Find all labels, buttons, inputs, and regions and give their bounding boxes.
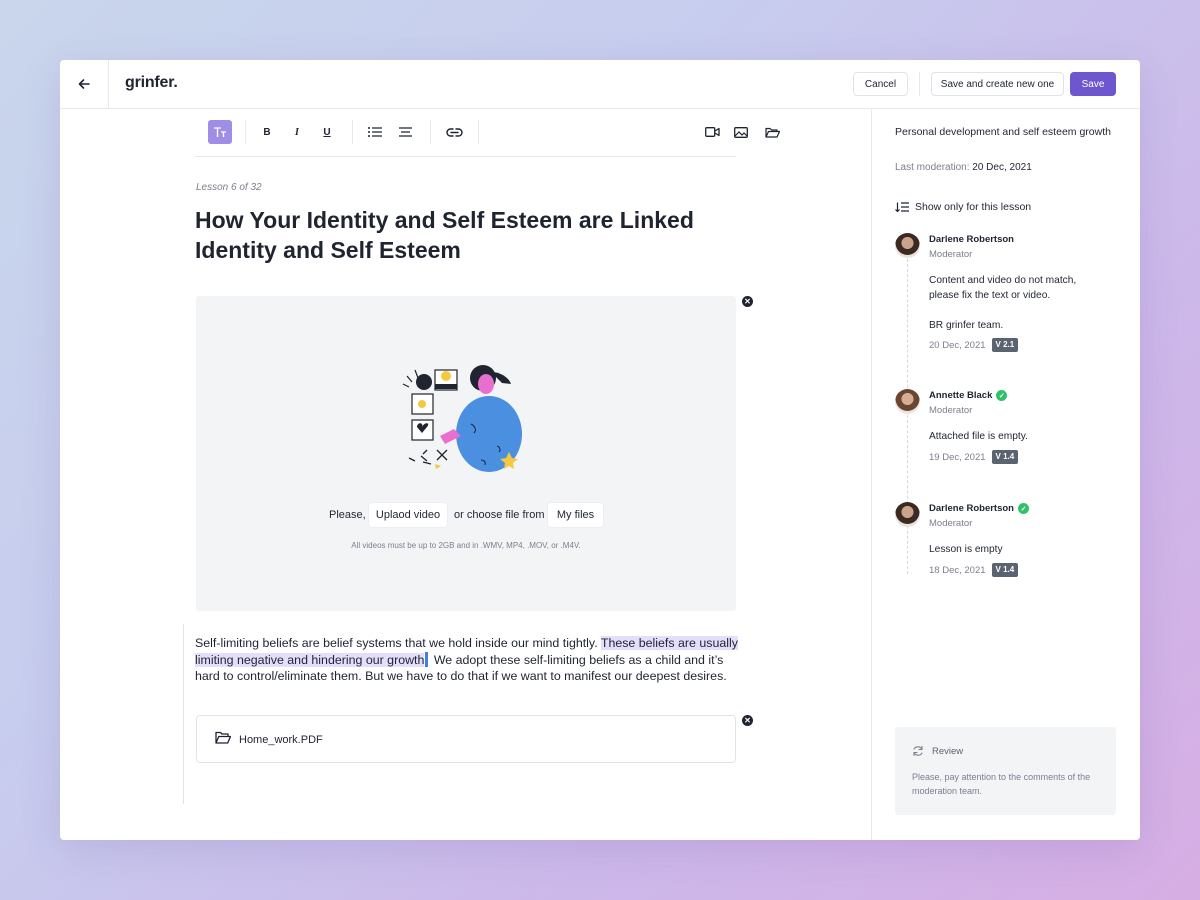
- version-badge: V 2.1: [991, 338, 1019, 352]
- review-title: Review: [932, 745, 964, 757]
- bold-icon[interactable]: B: [255, 120, 279, 144]
- text-style-icon[interactable]: [208, 120, 232, 144]
- date-text: 20 Dec, 2021: [929, 339, 986, 351]
- folder-icon: [215, 731, 231, 744]
- comment-message: Content and video do not match, please f…: [929, 275, 1077, 301]
- header-divider: [919, 72, 920, 96]
- date-text: 18 Dec, 2021: [929, 564, 986, 576]
- align-icon[interactable]: [393, 120, 417, 144]
- avatar: [895, 233, 920, 258]
- folder-icon[interactable]: [760, 120, 784, 144]
- lesson-counter: Lesson 6 of 32: [196, 182, 262, 193]
- comment-author: Darlene Robertson: [929, 234, 1014, 245]
- attachment-file-name: Home_work.PDF: [239, 734, 323, 746]
- review-text: Please, pay attention to the comments of…: [912, 772, 1091, 796]
- cancel-button[interactable]: Cancel: [853, 72, 908, 96]
- last-moderation-date: 20 Dec, 2021: [972, 162, 1032, 173]
- text-block-guide: [183, 624, 184, 804]
- last-moderation-label: Last moderation:: [895, 162, 973, 173]
- comment-role: Moderator: [929, 518, 973, 529]
- author-name: Annette Black: [929, 390, 993, 401]
- avatar: [895, 389, 920, 414]
- upload-video-button[interactable]: Uplaod video: [369, 503, 447, 527]
- app-logo: grinfer.: [125, 74, 178, 91]
- filter-lesson-toggle[interactable]: Show only for this lesson: [895, 200, 1031, 214]
- upload-illustration: [402, 365, 522, 472]
- text-cursor: [425, 651, 429, 667]
- toolbar-divider: [352, 120, 353, 144]
- toolbar-divider: [478, 120, 479, 144]
- comment-message: Attached file is empty.: [929, 431, 1028, 442]
- underline-icon[interactable]: U: [315, 120, 339, 144]
- formatting-toolbar: B I U: [195, 109, 780, 157]
- upload-actions: Please, Uplaod video or choose file from…: [196, 503, 736, 527]
- save-and-create-button[interactable]: Save and create new one: [931, 72, 1064, 96]
- attachment-file[interactable]: Home_work.PDF: [196, 715, 736, 763]
- sort-list-icon: [895, 202, 909, 212]
- italic-icon[interactable]: I: [285, 120, 309, 144]
- moderation-sidebar: Personal development and self esteem gro…: [871, 109, 1140, 840]
- link-icon[interactable]: [442, 120, 466, 144]
- version-badge: V 1.4: [991, 563, 1019, 577]
- comment-author: Darlene Robertson ✓: [929, 503, 1029, 514]
- lesson-title[interactable]: How Your Identity and Self Esteem are Li…: [195, 205, 735, 265]
- list-icon[interactable]: [363, 120, 387, 144]
- version-badge: V 1.4: [991, 450, 1019, 464]
- upload-format-note: All videos must be up to 2GB and in .WMV…: [351, 541, 581, 550]
- my-files-button[interactable]: My files: [548, 503, 603, 527]
- lesson-body-text[interactable]: Self-limiting beliefs are belief systems…: [195, 635, 740, 685]
- approved-check-icon: ✓: [996, 390, 1008, 401]
- last-moderation: Last moderation: 20 Dec, 2021: [895, 162, 1032, 173]
- video-icon[interactable]: [700, 120, 724, 144]
- comment-role: Moderator: [929, 249, 973, 260]
- upload-choose-text: or choose file from: [454, 509, 545, 521]
- author-name: Darlene Robertson: [929, 234, 1014, 245]
- approved-check-icon: ✓: [1018, 503, 1029, 514]
- arrow-left-icon: [78, 79, 90, 89]
- comment-date: 19 Dec, 2021 V 1.4: [929, 450, 1019, 464]
- remove-video-icon[interactable]: ✕: [742, 296, 753, 307]
- back-button[interactable]: [60, 60, 109, 108]
- remove-attachment-icon[interactable]: ✕: [742, 715, 753, 726]
- comment-date: 18 Dec, 2021 V 1.4: [929, 563, 1019, 577]
- filter-label: Show only for this lesson: [915, 201, 1032, 213]
- editor-window: grinfer. Cancel Save and create new one …: [60, 60, 1140, 840]
- body-text-part: Self-limiting beliefs are belief systems…: [195, 636, 601, 650]
- author-name: Darlene Robertson: [929, 503, 1014, 514]
- refresh-icon: [913, 745, 923, 757]
- comment-message: BR grinfer team.: [929, 320, 1004, 331]
- save-button[interactable]: Save: [1070, 72, 1116, 96]
- upload-please-text: Please,: [329, 509, 366, 521]
- course-title: Personal development and self esteem gro…: [895, 126, 1111, 138]
- toolbar-divider: [430, 120, 431, 144]
- toolbar-divider: [245, 120, 246, 144]
- comment-message: Lesson is empty: [929, 544, 1003, 555]
- video-upload-area[interactable]: Please, Uplaod video or choose file from…: [196, 296, 736, 611]
- comment-date: 20 Dec, 2021 V 2.1: [929, 338, 1019, 352]
- image-icon[interactable]: [729, 120, 753, 144]
- review-panel: Review Please, pay attention to the comm…: [895, 727, 1116, 815]
- review-header: Review: [912, 745, 963, 757]
- date-text: 19 Dec, 2021: [929, 451, 986, 463]
- comment-author: Annette Black ✓: [929, 390, 1008, 401]
- comment-role: Moderator: [929, 405, 973, 416]
- avatar: [895, 502, 920, 527]
- top-bar: grinfer. Cancel Save and create new one …: [60, 60, 1140, 109]
